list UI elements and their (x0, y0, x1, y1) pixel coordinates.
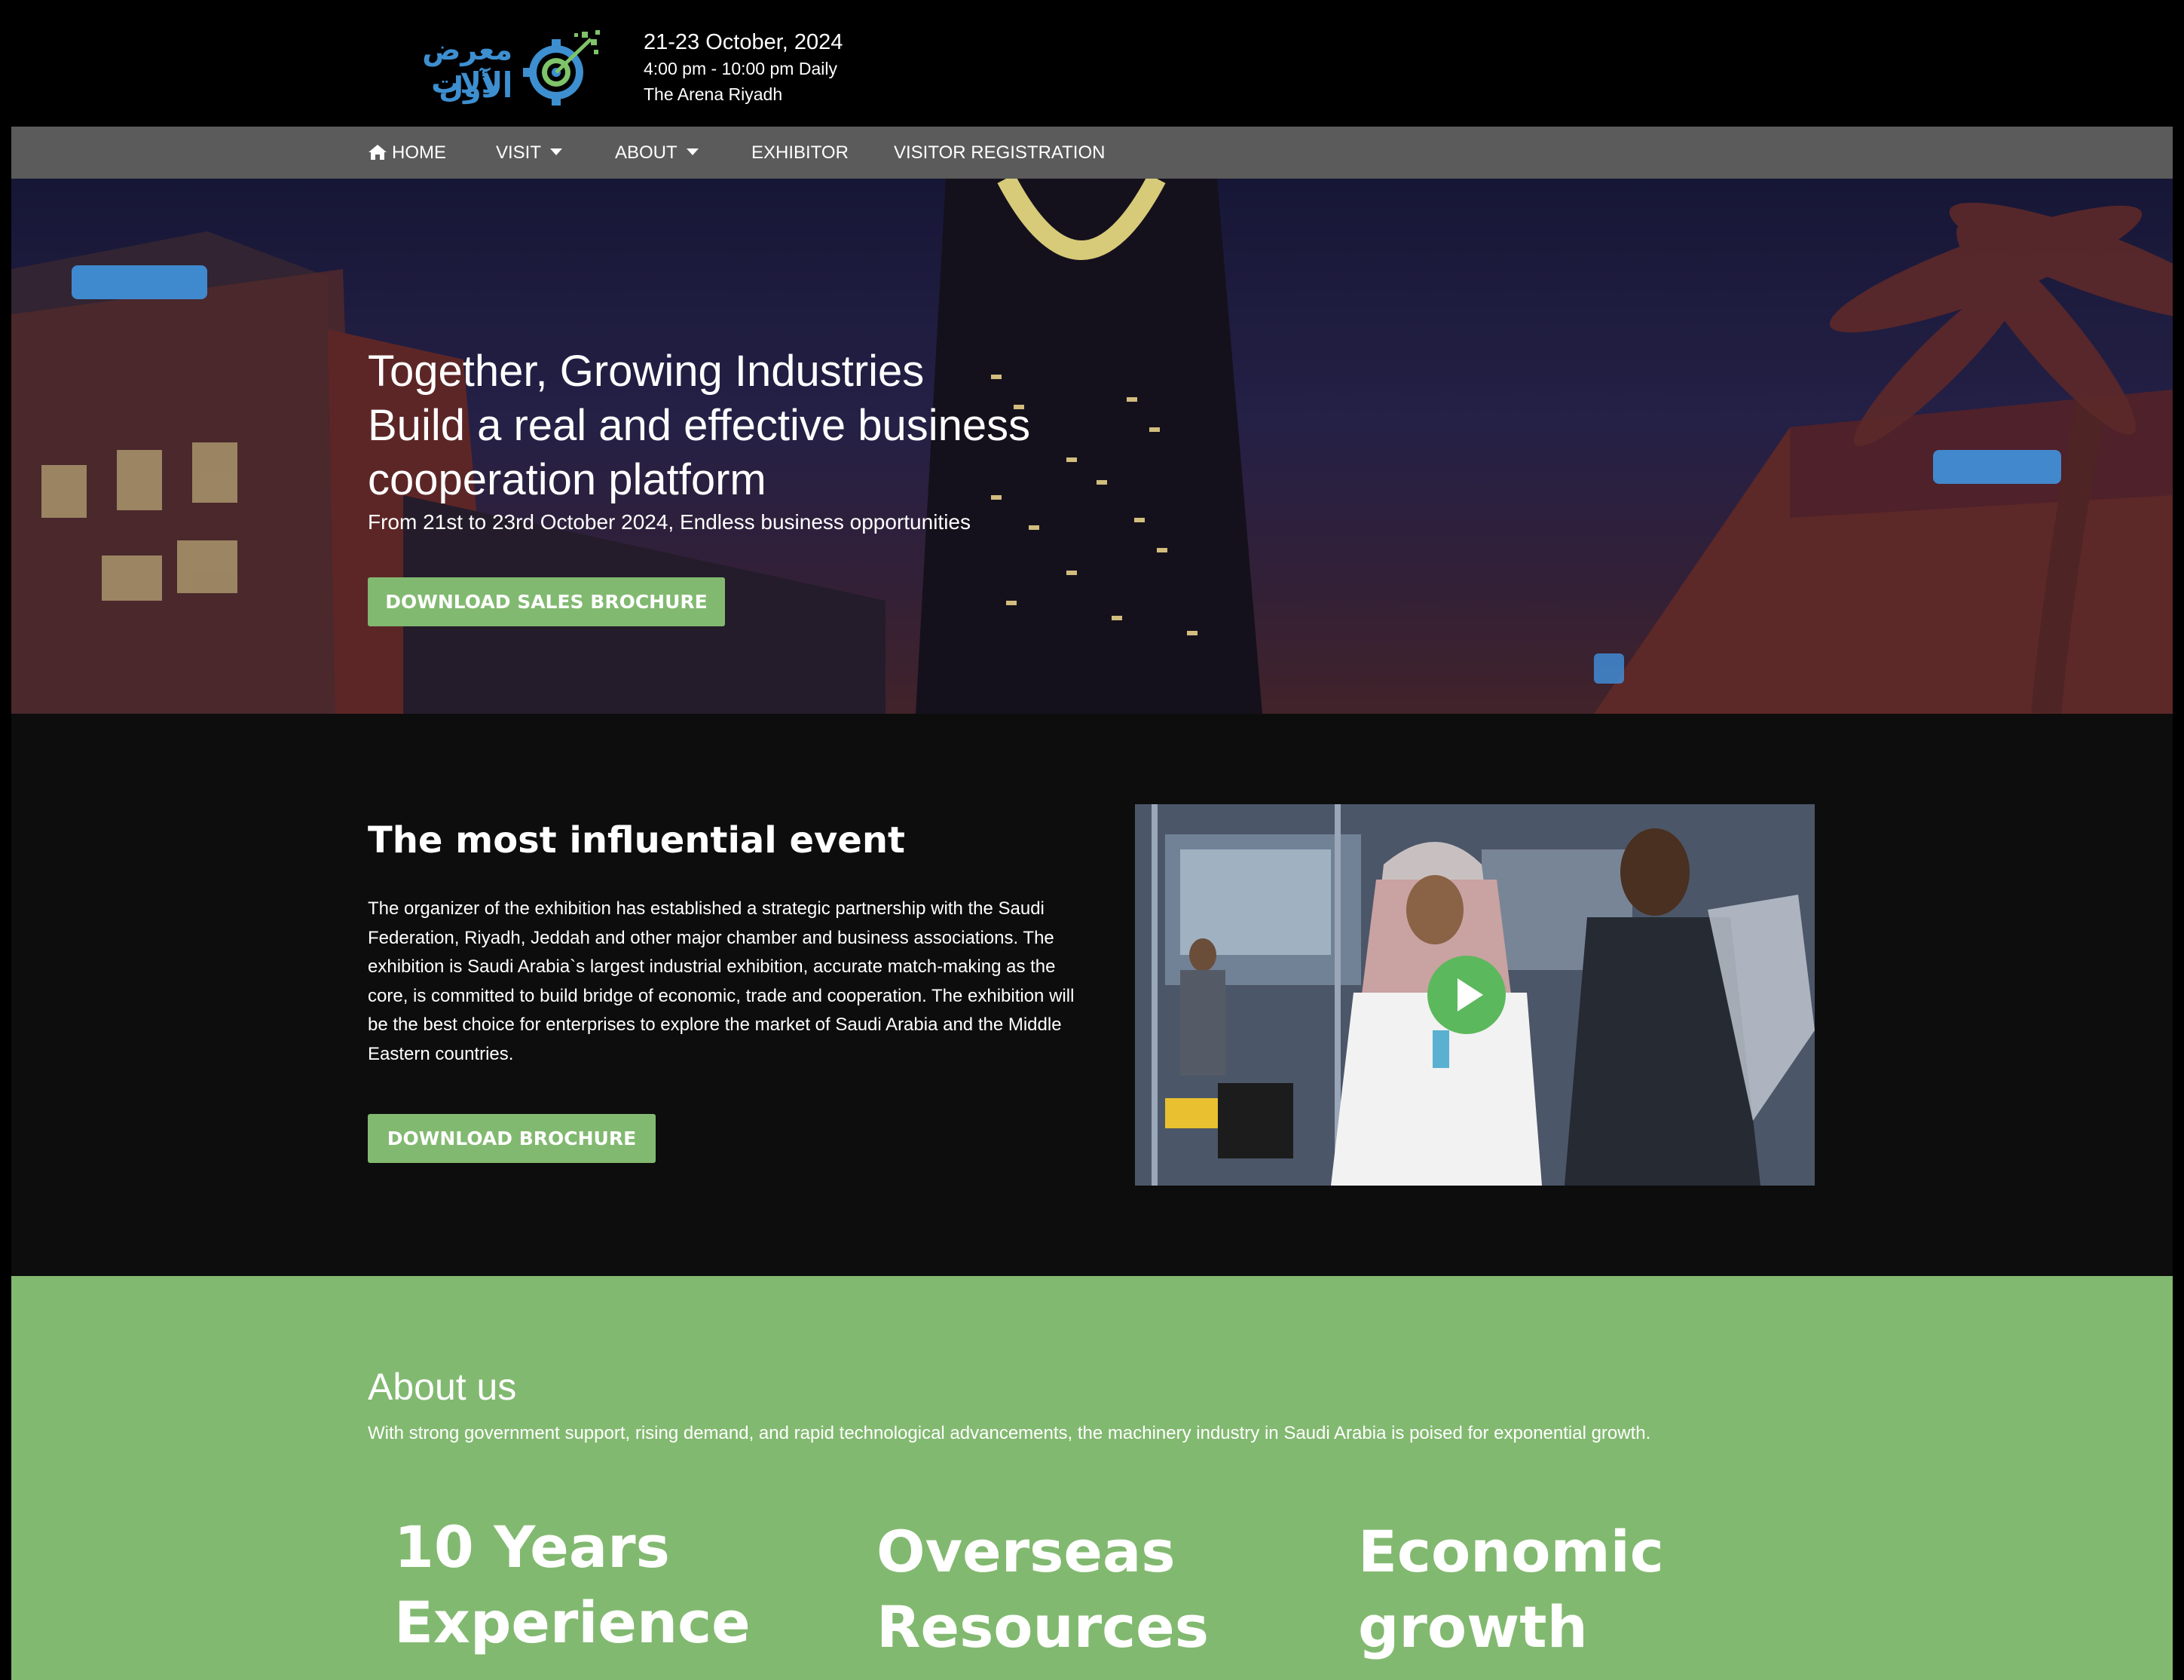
nav-item-label: EXHIBITOR (751, 142, 849, 163)
feature-economic-growth: Economic growth (1358, 1514, 1664, 1665)
logo-text-line-2: الأول (439, 71, 512, 104)
home-icon (369, 145, 387, 160)
event-venue: The Arena Riyadh (644, 84, 783, 104)
nav-item-visit[interactable]: VISIT (496, 127, 563, 179)
top-header: معرض الآلات الأول 21-23 October, 2024 4:… (0, 0, 2184, 127)
event-heading: The most influential event (368, 819, 905, 861)
gear-target-icon (523, 30, 600, 106)
caret-down-icon (686, 148, 699, 155)
event-hours: 4:00 pm - 10:00 pm Daily (644, 59, 837, 78)
nav-item-about[interactable]: ABOUT (615, 127, 699, 179)
site-logo[interactable]: معرض الآلات الأول (369, 29, 603, 112)
event-video[interactable] (1135, 804, 1815, 1186)
download-sales-brochure-button[interactable]: DOWNLOAD SALES BROCHURE (368, 577, 725, 626)
hero-title-line: cooperation platform (368, 455, 766, 504)
feature-line: 10 Years (394, 1513, 670, 1581)
main-nav: HOME VISIT ABOUT EXHIBITOR VISITOR REGIS… (11, 127, 2173, 179)
hero-banner: Together, Growing Industries Build a rea… (11, 179, 2173, 714)
nav-item-label: VISITOR REGISTRATION (894, 142, 1106, 163)
nav-item-home[interactable]: HOME (368, 127, 446, 179)
event-info: 21-23 October, 2024 4:00 pm - 10:00 pm D… (644, 29, 843, 107)
download-brochure-button[interactable]: DOWNLOAD BROCHURE (368, 1114, 656, 1163)
event-dates: 21-23 October, 2024 (644, 30, 843, 54)
nav-item-label: ABOUT (615, 142, 678, 163)
play-icon (1458, 978, 1483, 1011)
feature-line: Economic (1358, 1518, 1664, 1585)
about-description: With strong government support, rising d… (368, 1423, 1651, 1443)
hero-title: Together, Growing Industries Build a rea… (368, 344, 1197, 507)
feature-overseas-resources: Overseas Resources (876, 1514, 1209, 1665)
nav-item-label: VISIT (496, 142, 542, 163)
event-section: The most influential event The organizer… (11, 714, 2173, 1276)
feature-line: growth (1358, 1593, 1588, 1660)
caret-down-icon (550, 148, 563, 155)
feature-line: Overseas (876, 1518, 1176, 1585)
hero-title-line: Build a real and effective business (368, 401, 1031, 450)
event-description: The organizer of the exhibition has esta… (368, 898, 1075, 1064)
play-button[interactable] (1427, 956, 1506, 1034)
hero-subtitle: From 21st to 23rd October 2024, Endless … (368, 510, 971, 534)
about-title: About us (368, 1366, 517, 1408)
feature-line: Resources (876, 1593, 1209, 1660)
nav-item-exhibitor[interactable]: EXHIBITOR (751, 127, 849, 179)
feature-experience: 10 Years Experience (394, 1510, 751, 1660)
about-section: About us With strong government support,… (11, 1276, 2173, 1680)
nav-item-label: HOME (392, 142, 446, 163)
hero-title-line: Together, Growing Industries (368, 347, 925, 396)
nav-item-visitor-registration[interactable]: VISITOR REGISTRATION (894, 127, 1105, 179)
feature-line: Experience (394, 1589, 751, 1656)
